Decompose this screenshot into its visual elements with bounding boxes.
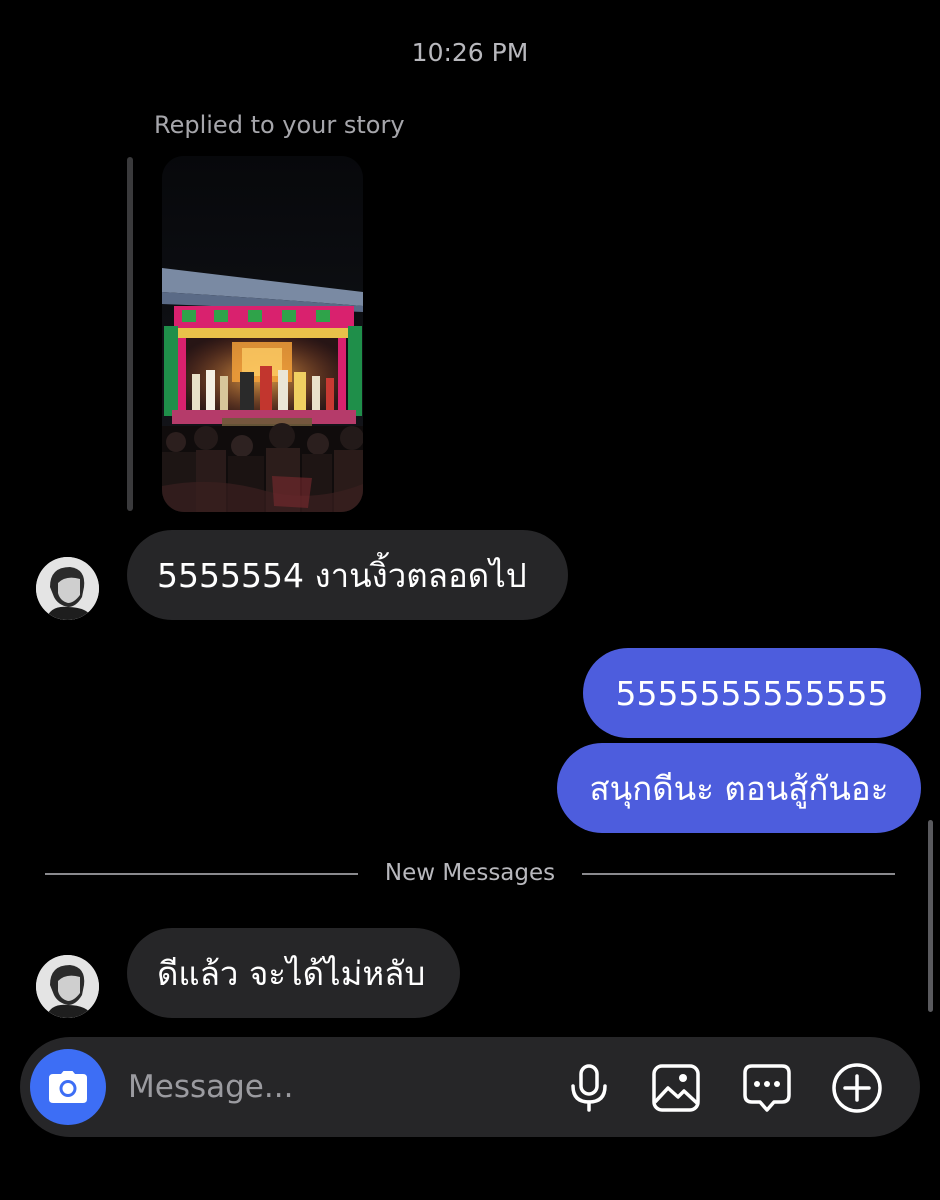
microphone-button[interactable]: [562, 1061, 616, 1115]
message-text: สนุกดีนะ ตอนสู้กันอะ: [589, 768, 889, 808]
camera-icon: [49, 1071, 87, 1103]
message-text: ดีแล้ว จะได้ไม่หลับ: [157, 953, 426, 993]
camera-button[interactable]: [30, 1049, 106, 1125]
story-reply-bar: [127, 157, 133, 511]
sender-avatar[interactable]: [36, 557, 99, 620]
message-text: 5555555555555: [615, 673, 889, 713]
message-text: 5555554 งานงิ้วตลอดไป: [157, 555, 527, 595]
story-thumbnail[interactable]: [162, 156, 363, 512]
plus-button[interactable]: [830, 1061, 884, 1115]
sender-avatar[interactable]: [36, 955, 99, 1018]
timestamp: 10:26 PM: [411, 38, 529, 67]
message-bubble-outgoing[interactable]: สนุกดีนะ ตอนสู้กันอะ: [557, 743, 921, 833]
plus-icon: [832, 1063, 882, 1113]
message-bubble-incoming[interactable]: ดีแล้ว จะได้ไม่หลับ: [127, 928, 460, 1018]
gallery-icon: [652, 1064, 700, 1112]
message-bubble-incoming[interactable]: 5555554 งานงิ้วตลอดไป: [127, 530, 568, 620]
gallery-button[interactable]: [649, 1061, 703, 1115]
message-bubble-outgoing[interactable]: 5555555555555: [583, 648, 921, 738]
message-input[interactable]: [128, 1062, 528, 1112]
story-reply-label: Replied to your story: [154, 111, 405, 139]
divider-line-right: [582, 873, 895, 875]
microphone-icon: [571, 1064, 607, 1112]
sticker-chat-icon: [743, 1064, 791, 1112]
scrollbar[interactable]: [928, 820, 933, 1012]
message-composer: [20, 1037, 920, 1137]
new-messages-divider: New Messages: [0, 856, 940, 892]
sticker-chat-button[interactable]: [740, 1061, 794, 1115]
